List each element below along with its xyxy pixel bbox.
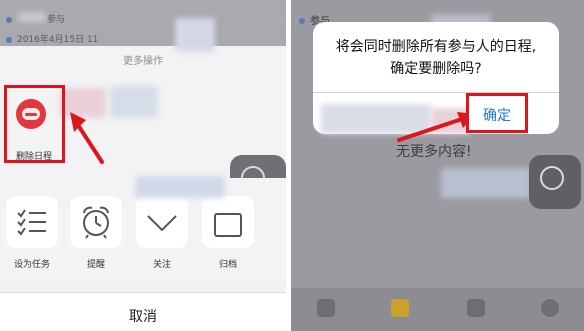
confirm-button[interactable]: 确定 [466,93,528,133]
apps-tab-icon[interactable] [467,299,485,317]
archive-box-icon [214,213,242,237]
archive-label[interactable]: 归档 [200,257,256,270]
reminder-label[interactable]: 提醒 [68,257,124,270]
alarm-clock-icon [83,206,109,239]
participants-row: 参与 [6,12,65,25]
blurred-app [110,86,158,118]
delete-schedule-label[interactable]: 删除日程 [6,149,62,162]
left-screenshot: 参与 2016年4月15日 11 更多操作 删除日程 设为任务 提醒 关注 归档… [0,0,286,331]
assistive-touch-button[interactable] [529,155,581,209]
cancel-label[interactable]: 取消 [0,306,286,326]
set-task-button[interactable] [6,196,58,248]
archive-button[interactable] [202,196,254,248]
profile-tab-icon[interactable] [541,299,559,317]
work-tab-icon[interactable] [391,299,409,317]
reminder-button[interactable] [70,196,122,248]
date-row: 2016年4月15日 11 [6,32,98,45]
clock-icon [6,36,12,43]
follow-label[interactable]: 关注 [134,257,190,270]
blurred-app [441,168,531,198]
person-icon [299,18,305,24]
checklist-icon [17,209,46,236]
date-label: 2016年4月15日 11 [17,35,99,45]
follow-button[interactable] [136,196,188,248]
chat-tab-icon[interactable] [317,299,335,317]
sheet-title: 更多操作 [123,56,163,67]
chevron-down-icon [147,215,177,232]
arrow-annotation [70,112,104,164]
blurred-app [175,18,215,52]
delete-schedule-icon[interactable] [16,99,46,129]
cancel-button[interactable]: 取消 [0,292,286,331]
blurred-app [135,176,225,198]
confirm-label[interactable]: 确定 [469,105,525,125]
right-screenshot: 参与 将会同时删除所有参与人的日程,确定要删除吗? 确定 无更多内容! [291,0,584,331]
person-icon [6,16,12,23]
empty-state-text: 无更多内容! [396,144,472,160]
dialog-message: 将会同时删除所有参与人的日程,确定要删除吗? [335,39,537,77]
participants-label: 参与 [47,15,66,25]
set-task-label[interactable]: 设为任务 [4,257,60,270]
